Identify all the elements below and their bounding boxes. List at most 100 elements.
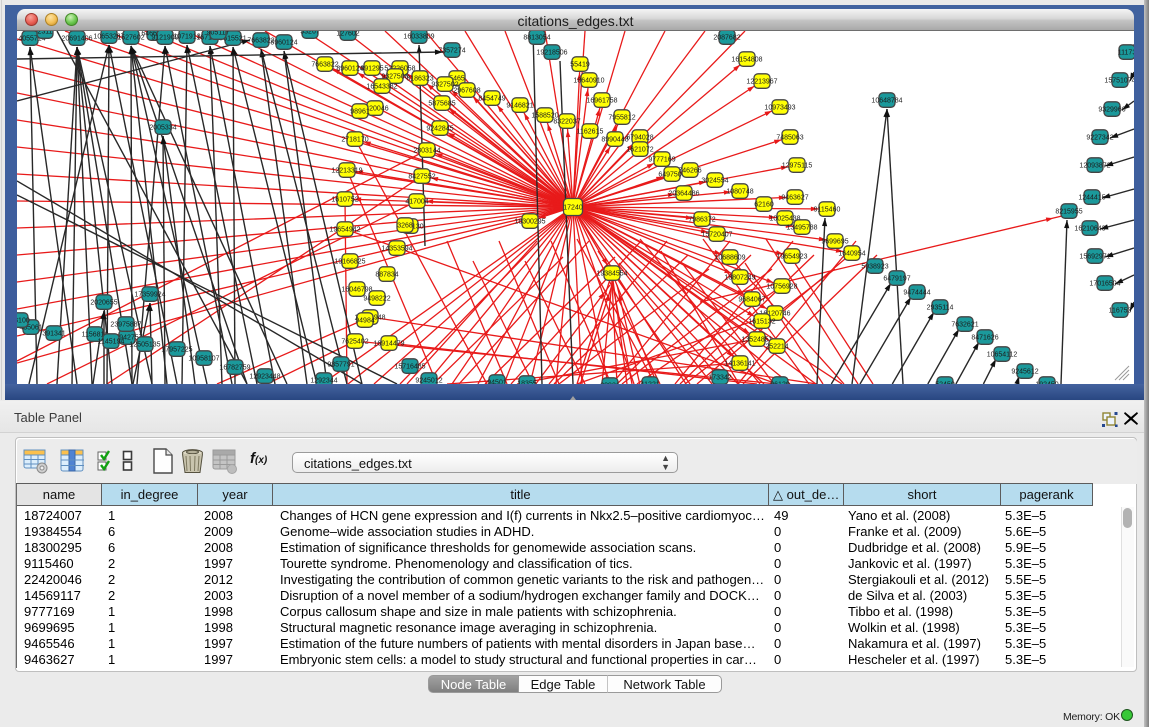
svg-text:12213319: 12213319 (331, 168, 362, 175)
svg-text:1640954: 1640954 (838, 251, 865, 258)
svg-text:2087682: 2087682 (713, 35, 740, 42)
svg-text:16543382: 16543382 (366, 84, 397, 91)
svg-text:16782759: 16782759 (219, 365, 250, 372)
svg-text:3024554: 3024554 (701, 178, 728, 185)
svg-text:1615132: 1615132 (748, 319, 775, 326)
svg-text:9498222: 9498222 (363, 296, 390, 303)
svg-text:2718170: 2718170 (341, 137, 368, 144)
svg-text:8427552: 8427552 (408, 174, 435, 181)
svg-text:96120: 96120 (770, 382, 790, 385)
svg-text:905117: 905117 (207, 31, 230, 37)
svg-text:18355: 18355 (517, 381, 537, 385)
svg-text:14353594: 14353594 (381, 246, 412, 253)
svg-text:16154808: 16154808 (731, 57, 762, 64)
svg-text:9474444: 9474444 (903, 290, 930, 297)
svg-text:1610752: 1610752 (331, 197, 358, 204)
svg-text:10958107: 10958107 (188, 356, 219, 363)
svg-text:746266: 746266 (678, 168, 701, 175)
svg-text:7485063: 7485063 (776, 135, 803, 142)
svg-text:16046798: 16046798 (341, 287, 372, 294)
svg-text:1244415: 1244415 (1078, 195, 1105, 202)
svg-text:12093872: 12093872 (1079, 163, 1110, 170)
svg-text:55419: 55419 (570, 62, 590, 69)
svg-text:1292344: 1292344 (310, 378, 337, 385)
svg-text:6479197: 6479197 (883, 276, 910, 283)
svg-text:8454749: 8454749 (478, 96, 505, 103)
svg-text:7986372: 7986372 (688, 217, 715, 224)
svg-text:12505135: 12505135 (129, 342, 160, 349)
svg-text:17240: 17240 (563, 205, 583, 212)
svg-text:83100: 83100 (17, 318, 30, 325)
svg-text:192450: 192450 (1035, 382, 1058, 385)
svg-text:1145194: 1145194 (98, 339, 125, 346)
svg-text:10688609: 10688609 (714, 255, 745, 262)
svg-text:9242845: 9242845 (426, 126, 453, 133)
svg-text:1162615: 1162615 (577, 129, 604, 136)
svg-text:13524851: 13524851 (741, 337, 772, 344)
svg-text:98961: 98961 (350, 109, 370, 116)
svg-text:52450: 52450 (935, 382, 955, 385)
svg-text:1080748: 1080748 (726, 189, 753, 196)
svg-text:94501: 94501 (487, 380, 507, 385)
svg-text:15720407: 15720407 (701, 232, 732, 239)
svg-text:16033809: 16033809 (403, 34, 434, 41)
svg-text:7955812: 7955812 (608, 115, 635, 122)
svg-text:16210643: 16210643 (1074, 226, 1105, 233)
svg-text:9227342: 9227342 (1086, 135, 1113, 142)
svg-text:2803144: 2803144 (413, 148, 440, 155)
svg-text:17359924: 17359924 (134, 292, 165, 299)
svg-text:16914479: 16914479 (373, 341, 404, 348)
svg-text:391341: 391341 (42, 331, 65, 338)
svg-text:12213967: 12213967 (746, 79, 777, 86)
svg-text:116753: 116753 (1109, 308, 1132, 315)
svg-text:887834: 887834 (375, 272, 398, 279)
svg-text:19166825: 19166825 (334, 259, 365, 266)
svg-text:10648784: 10648784 (871, 98, 902, 105)
svg-text:8215955: 8215955 (1055, 209, 1082, 216)
svg-text:18300295: 18300295 (514, 219, 545, 226)
svg-text:9245012: 9245012 (415, 378, 442, 385)
svg-text:417004: 417004 (405, 199, 428, 206)
svg-text:62160: 62160 (754, 202, 774, 209)
svg-text:17957225: 17957225 (161, 347, 192, 354)
svg-text:17016504: 17016504 (1089, 281, 1120, 288)
svg-text:8186323: 8186323 (406, 76, 433, 83)
svg-text:15716485: 15716485 (394, 364, 425, 371)
svg-text:1621072: 1621072 (626, 147, 653, 154)
svg-text:7625402: 7625402 (341, 339, 368, 346)
svg-text:7632621: 7632621 (951, 322, 978, 329)
svg-text:2020655: 2020655 (90, 300, 117, 307)
svg-text:127602: 127602 (336, 31, 359, 38)
svg-text:12923448: 12923448 (249, 374, 280, 381)
svg-text:15692971: 15692971 (1079, 254, 1110, 261)
svg-text:94984: 94984 (355, 318, 375, 325)
svg-text:8471626: 8471626 (971, 335, 998, 342)
svg-text:252214: 252214 (765, 344, 788, 351)
svg-text:19218506: 19218506 (536, 50, 567, 57)
svg-text:9245612: 9245612 (1011, 369, 1038, 376)
svg-text:9857791: 9857791 (327, 362, 354, 369)
svg-text:15751074: 15751074 (1104, 78, 1134, 85)
svg-text:9329966: 9329966 (1098, 107, 1125, 114)
svg-text:53267: 53267 (300, 31, 320, 36)
svg-text:9684067: 9684067 (738, 297, 765, 304)
svg-text:19654942: 19654942 (329, 227, 360, 234)
svg-text:10654112: 10654112 (987, 352, 1018, 359)
svg-text:23975887: 23975887 (110, 322, 141, 329)
svg-text:2935114: 2935114 (927, 305, 954, 312)
svg-text:5875685: 5875685 (428, 101, 455, 108)
svg-text:10756928: 10756928 (766, 284, 797, 291)
svg-text:18640910: 18640910 (573, 78, 604, 85)
svg-text:2005334: 2005334 (149, 125, 176, 132)
svg-text:41221: 41221 (640, 382, 660, 385)
svg-text:8960124: 8960124 (270, 40, 297, 47)
svg-text:11173: 11173 (1118, 50, 1134, 57)
svg-text:6794028: 6794028 (626, 135, 653, 142)
svg-text:14136141: 14136141 (724, 361, 755, 368)
svg-text:20691406: 20691406 (61, 36, 92, 43)
svg-text:16961758: 16961758 (586, 98, 617, 105)
svg-text:9777169: 9777169 (648, 157, 675, 164)
svg-text:18807249: 18807249 (724, 275, 755, 282)
svg-text:9115460: 9115460 (814, 207, 841, 214)
svg-text:13495788: 13495788 (786, 225, 817, 232)
